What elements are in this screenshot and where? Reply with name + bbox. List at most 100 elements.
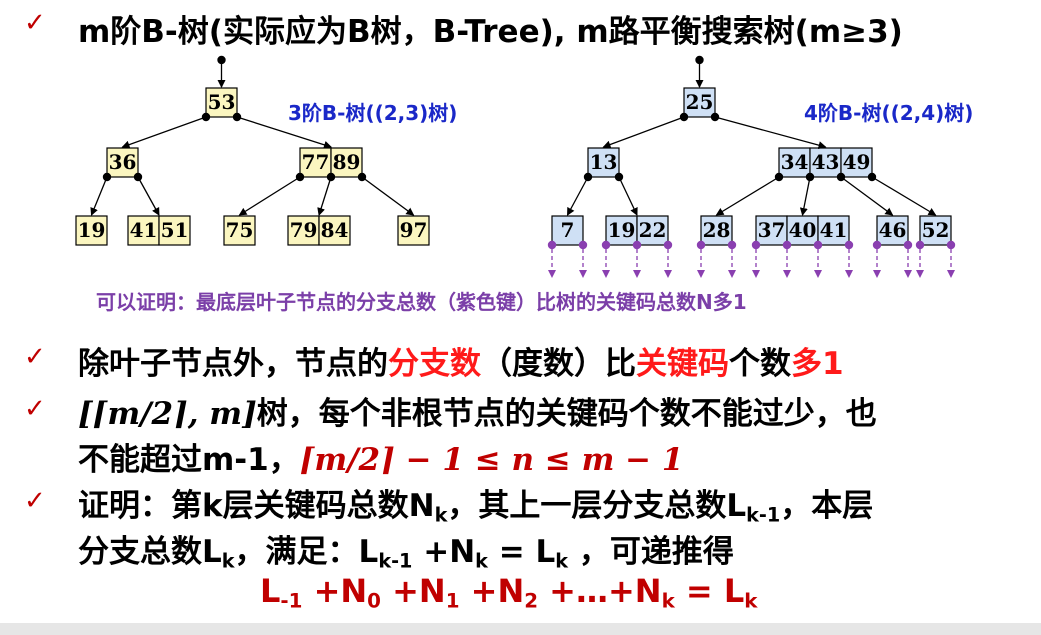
subscript: k	[555, 549, 569, 573]
pointer-dot	[751, 240, 761, 250]
internal-node: 13	[587, 147, 620, 178]
pointer-arrow	[715, 176, 780, 216]
key-97: 97	[400, 218, 428, 242]
text: ，本层	[780, 488, 874, 524]
pointer-dot	[903, 240, 913, 250]
subscript: 0	[367, 589, 381, 613]
leaf-node: 79 84	[287, 215, 351, 246]
pointer-arrow	[602, 116, 685, 149]
key-49: 49	[843, 150, 871, 174]
pointer-dot	[578, 240, 588, 250]
leaf-node: 97	[397, 215, 430, 246]
pointer-dot	[727, 240, 737, 250]
pointer-arrow	[618, 176, 638, 216]
pointer-dot	[696, 240, 706, 250]
pointer-dot	[632, 240, 642, 250]
footer-bar	[0, 623, 1041, 635]
text: 不能超过m-1，	[78, 442, 300, 478]
key-43: 43	[812, 150, 840, 174]
text: +N	[380, 572, 446, 610]
subscript: 1	[445, 589, 460, 613]
text: +N	[459, 572, 525, 610]
key-75: 75	[226, 218, 254, 242]
pointer-arrow	[714, 116, 827, 150]
root-node: 25	[683, 87, 716, 118]
pointer-arrow	[361, 176, 415, 216]
pointer-dot	[946, 240, 956, 250]
proof-note: 可以证明：最底层叶子节点的分支总数（紫色键）比树的关键码总数N多1	[96, 290, 747, 314]
subscript: k-1	[746, 503, 781, 527]
leaf-node: 37 40 41	[755, 215, 850, 246]
key-22: 22	[639, 218, 667, 242]
text: ，可递推得	[568, 534, 734, 570]
key-84: 84	[321, 218, 349, 242]
pointer-dot	[663, 240, 673, 250]
check-icon: ✓	[24, 394, 46, 424]
text: +…+N	[538, 572, 662, 610]
pointer-dot	[217, 55, 226, 65]
text: = L	[487, 534, 556, 570]
key-41: 41	[130, 218, 158, 242]
subscript: k-1	[378, 549, 413, 573]
key-28: 28	[703, 218, 731, 242]
pointer-arrow	[137, 176, 160, 216]
text: 树，每个非根节点的关键码个数不能过少，也	[256, 396, 877, 432]
pointer-dot	[915, 240, 925, 250]
key-19: 19	[78, 218, 106, 242]
key-37: 37	[758, 218, 786, 242]
key-40: 40	[789, 218, 817, 242]
key-34: 34	[781, 150, 809, 174]
key-25: 25	[686, 90, 714, 114]
key-77: 77	[302, 150, 330, 174]
internal-node: 77 89	[299, 147, 363, 178]
text: L	[260, 572, 281, 610]
check-icon: ✓	[24, 342, 46, 372]
text: 除叶子节点外，节点的	[78, 346, 388, 382]
key-46: 46	[879, 218, 907, 242]
pointer-arrow	[238, 176, 301, 216]
check-icon: ✓	[24, 486, 46, 516]
bullet-branches: 除叶子节点外，节点的分支数（度数）比关键码个数多1	[78, 338, 844, 383]
text: （度数）比	[481, 346, 636, 382]
text: ，满足：L	[234, 534, 379, 570]
math-range: [⌈m/2⌉, m]	[78, 396, 257, 432]
bullet-range-cont: 不能超过m-1，⌈m/2⌉ − 1 ≤ n ≤ m − 1	[78, 434, 684, 479]
text: +N	[302, 572, 368, 610]
leaf-node: 19 22	[605, 215, 669, 246]
key-19: 19	[608, 218, 636, 242]
pointer-dot	[872, 240, 882, 250]
bullet-range: [⌈m/2⌉, m]树，每个非根节点的关键码个数不能过少，也	[78, 388, 877, 433]
pointer-arrow	[236, 116, 332, 149]
highlight-branches: 分支数	[388, 346, 481, 382]
text: 证明：第k层关键码总数N	[78, 488, 435, 524]
leaf-node: 19	[75, 215, 108, 246]
leaf-node: 41 51	[127, 215, 191, 246]
text: 个数	[729, 346, 791, 382]
pointer-arrow	[121, 116, 207, 149]
key-13: 13	[590, 150, 618, 174]
math-inequality: ⌈m/2⌉ − 1 ≤ n ≤ m − 1	[299, 442, 684, 478]
leaf-node: 7	[551, 215, 584, 246]
bullet-proof: 证明：第k层关键码总数Nk，其上一层分支总数Lk-1，本层	[78, 480, 873, 526]
recurrence-formula: L-1 +N0 +N1 +N2 +…+Nk = Lk	[260, 572, 757, 613]
key-79: 79	[290, 218, 318, 242]
subscript: k	[475, 549, 488, 573]
internal-node: 34 43 49	[778, 147, 873, 178]
key-36: 36	[109, 150, 137, 174]
pointer-dot	[547, 240, 557, 250]
text: ，其上一层分支总数L	[447, 488, 747, 524]
key-41: 41	[820, 218, 848, 242]
subscript: k	[661, 589, 675, 613]
leaf-node: 75	[223, 215, 256, 246]
subscript: k	[434, 503, 448, 527]
pointer-dot	[601, 240, 611, 250]
pointer-dot	[844, 240, 854, 250]
pointer-arrow	[871, 176, 937, 216]
pointer-arrow	[799, 176, 811, 216]
pointer-arrow	[840, 176, 894, 216]
subscript: 2	[524, 589, 539, 613]
highlight-keys: 关键码	[636, 346, 729, 382]
root-node: 53	[205, 87, 238, 118]
leaf-node: 46	[876, 215, 909, 246]
bullet-proof-cont: 分支总数Lk，满足：Lk-1 +Nk = Lk ，可递推得	[78, 526, 734, 572]
